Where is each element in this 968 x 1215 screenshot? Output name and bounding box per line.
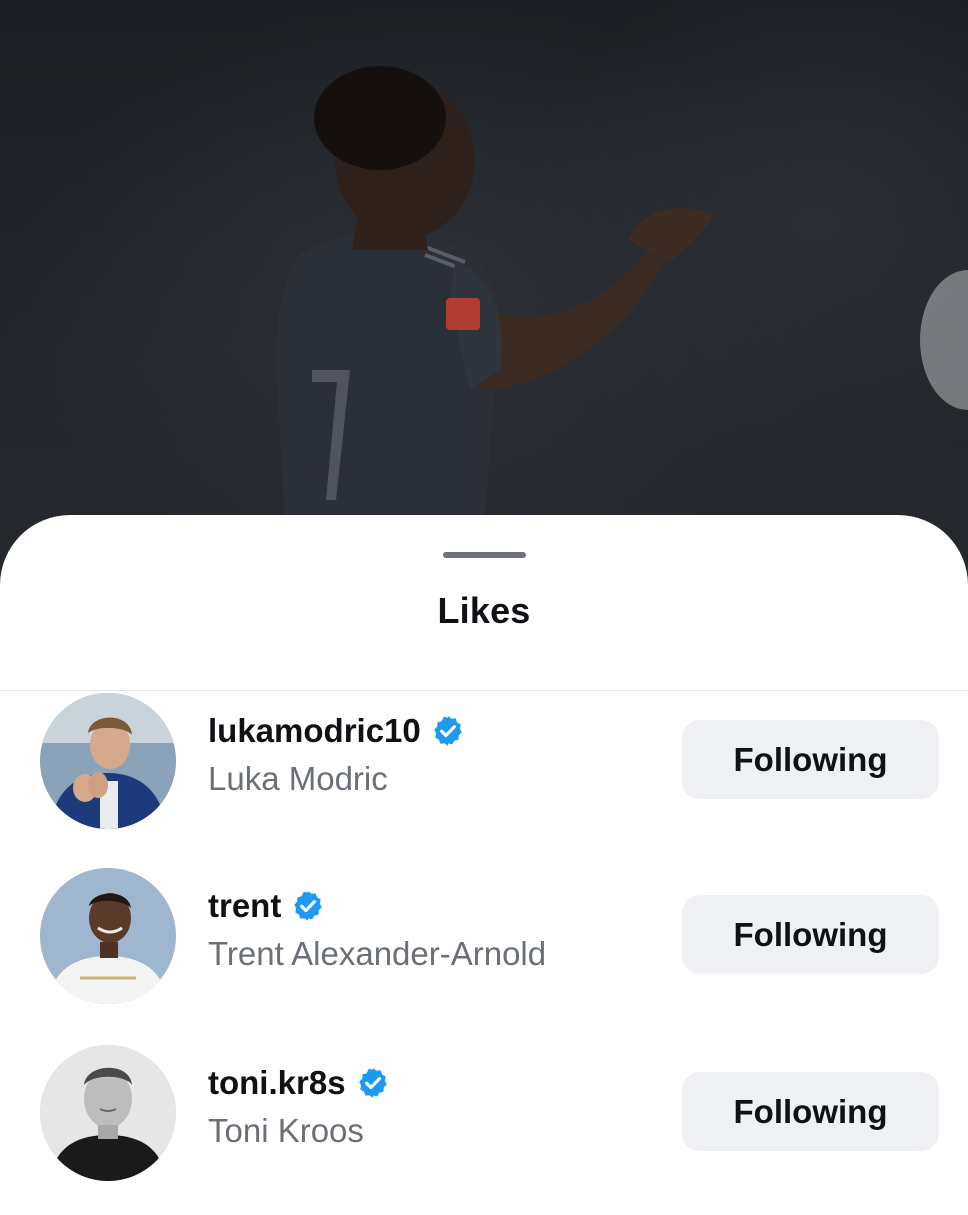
avatar-photo [40,693,176,829]
post-background-photo [0,0,968,600]
verified-badge-icon [356,1066,390,1100]
likes-sheet: Likes lukamodric10 Luka Modric Following… [0,515,968,1215]
verified-badge-icon [431,714,465,748]
username-line: lukamodric10 [208,711,465,751]
list-item-like[interactable]: lukamodric10 Luka Modric Following [0,693,968,843]
sheet-grabber-handle[interactable] [443,552,526,558]
player-photo [276,66,968,520]
username[interactable]: lukamodric10 [208,711,421,751]
avatar[interactable] [40,693,176,829]
avatar-photo [40,868,176,1004]
following-button[interactable]: Following [682,720,939,799]
verified-badge-icon [291,889,325,923]
full-name: Luka Modric [208,760,388,797]
username[interactable]: trent [208,886,281,926]
avatar-photo [40,1045,176,1181]
following-button[interactable]: Following [682,1072,939,1151]
username-line: trent [208,886,325,926]
following-button[interactable]: Following [682,895,939,974]
sheet-title: Likes [437,590,531,631]
avatar[interactable] [40,868,176,1004]
username[interactable]: toni.kr8s [208,1063,346,1103]
list-item-like[interactable]: trent Trent Alexander-Arnold Following [0,868,968,1018]
username-line: toni.kr8s [208,1063,390,1103]
sheet-divider [0,690,968,691]
avatar[interactable] [40,1045,176,1181]
list-item-like[interactable]: toni.kr8s Toni Kroos Following [0,1045,968,1195]
full-name: Toni Kroos [208,1112,364,1149]
full-name: Trent Alexander-Arnold [208,935,547,972]
